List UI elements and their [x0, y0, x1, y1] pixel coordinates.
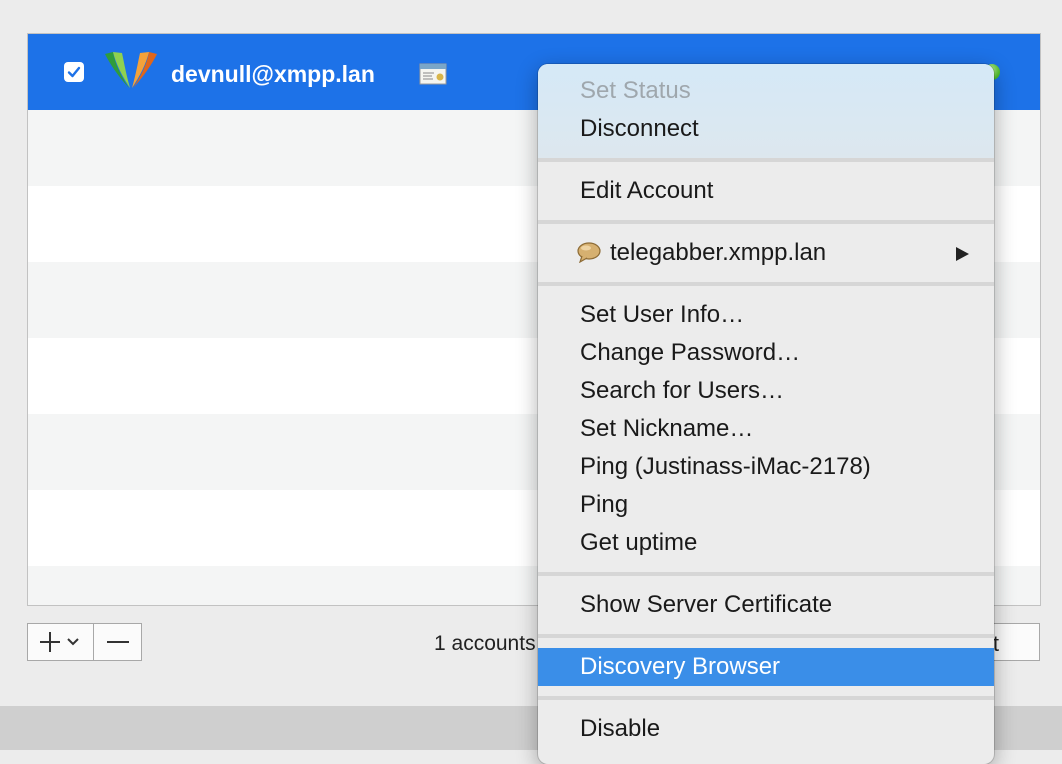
menu-item-disable[interactable]: Disable	[538, 710, 994, 748]
minus-icon	[107, 641, 129, 643]
chevron-right-icon	[956, 247, 969, 261]
menu-separator	[538, 158, 994, 162]
menu-item-set-nickname[interactable]: Set Nickname…	[538, 410, 994, 448]
account-enabled-checkbox[interactable]	[64, 62, 84, 82]
account-context-menu: Set Status Disconnect Edit Account teleg…	[538, 64, 994, 764]
account-name: devnull@xmpp.lan	[171, 61, 375, 87]
menu-separator	[538, 572, 994, 576]
menu-item-ping-host[interactable]: Ping (Justinass-iMac-2178)	[538, 448, 994, 486]
accounts-count-label: 1 accounts	[434, 632, 536, 655]
menu-item-discovery-browser[interactable]: Discovery Browser	[538, 648, 994, 686]
checkmark-icon	[67, 66, 81, 78]
menu-separator	[538, 282, 994, 286]
menu-separator	[538, 634, 994, 638]
certificate-icon	[419, 63, 447, 85]
menu-item-search-users[interactable]: Search for Users…	[538, 372, 994, 410]
menu-separator	[538, 220, 994, 224]
plus-dropdown-icon	[40, 632, 79, 652]
xmpp-logo-icon	[105, 52, 157, 88]
menu-item-server[interactable]: telegabber.xmpp.lan	[538, 234, 994, 272]
remove-account-button[interactable]	[93, 623, 142, 661]
menu-item-set-status: Set Status	[580, 77, 691, 104]
menu-item-server-label: telegabber.xmpp.lan	[610, 239, 827, 266]
menu-item-get-uptime[interactable]: Get uptime	[538, 524, 994, 562]
menu-item-edit-account[interactable]: Edit Account	[538, 172, 994, 210]
menu-item-set-user-info[interactable]: Set User Info…	[538, 296, 994, 334]
menu-item-show-certificate[interactable]: Show Server Certificate	[538, 586, 994, 624]
menu-item-ping[interactable]: Ping	[538, 486, 994, 524]
menu-separator	[538, 696, 994, 700]
menu-item-disconnect[interactable]: Disconnect	[538, 110, 994, 148]
server-bubble-icon	[577, 242, 601, 263]
add-account-button[interactable]	[27, 623, 94, 661]
menu-item-change-password[interactable]: Change Password…	[538, 334, 994, 372]
